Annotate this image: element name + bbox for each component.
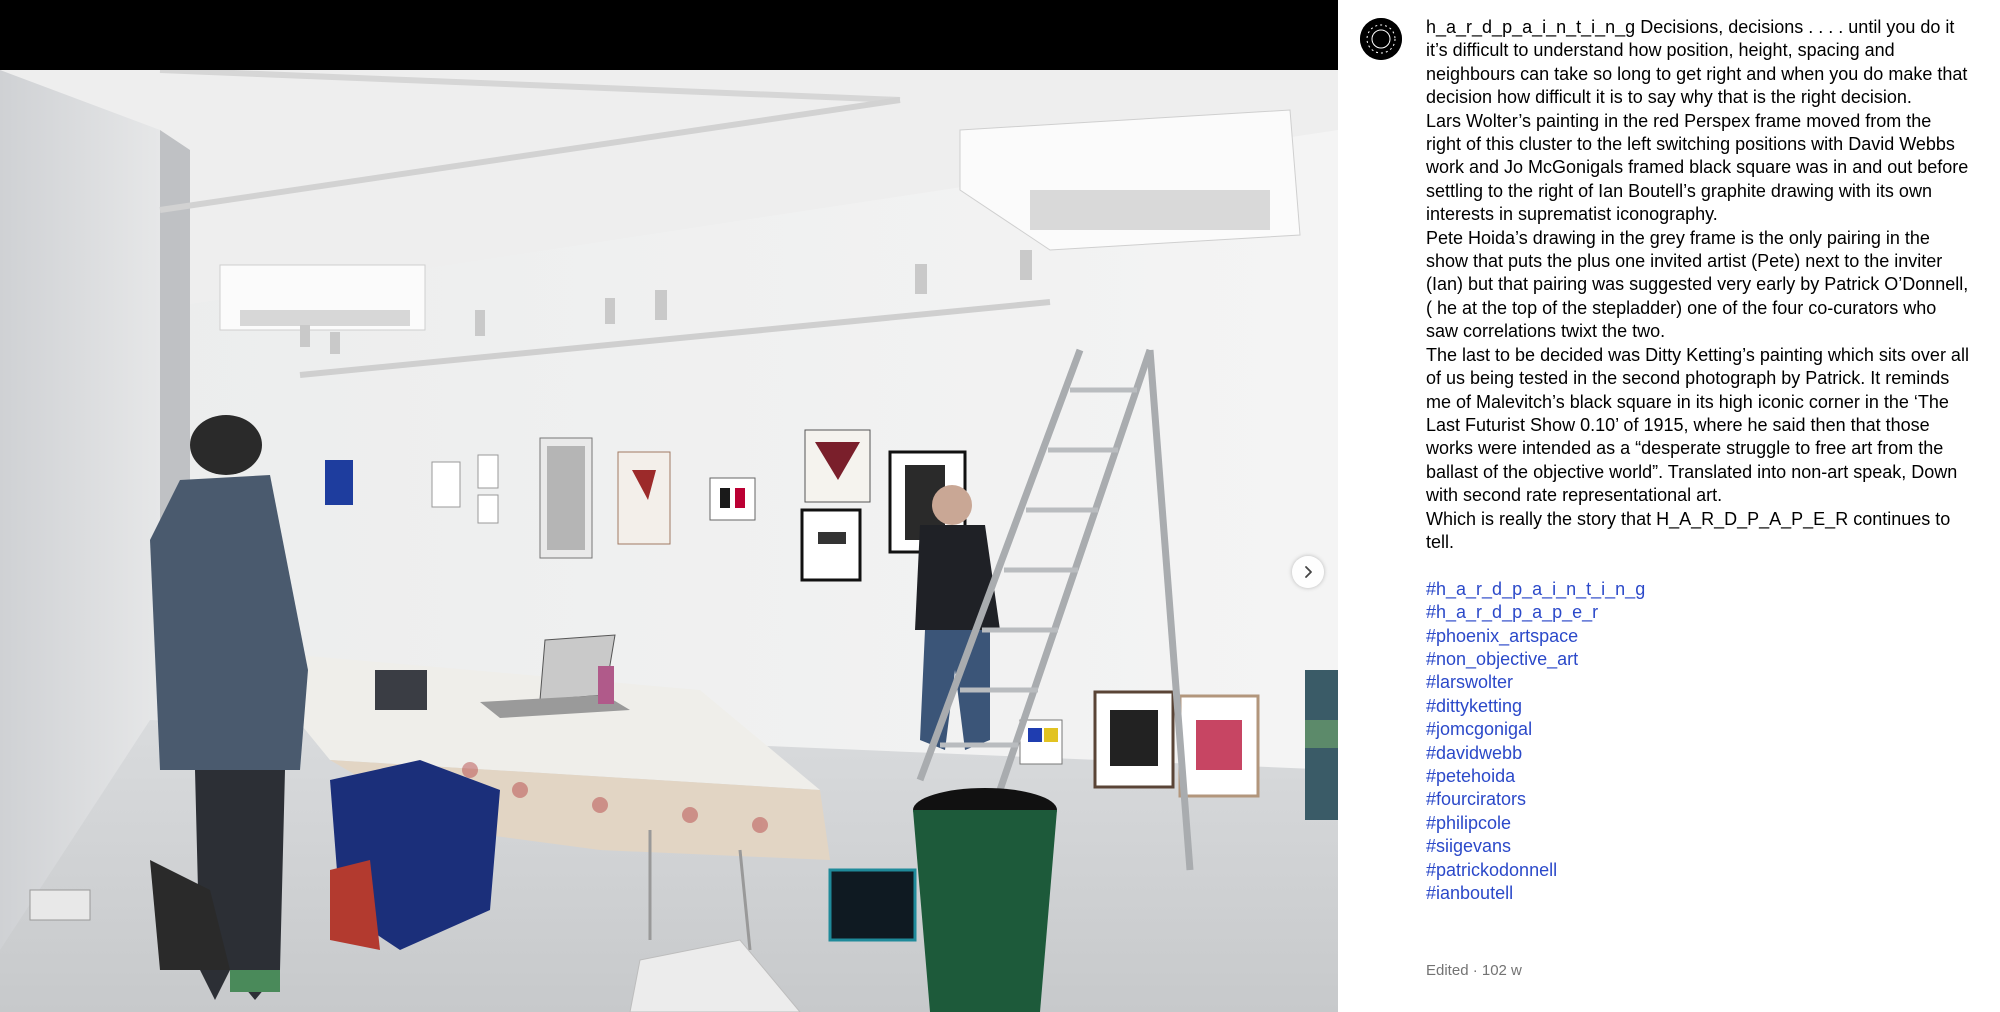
- hashtag-link[interactable]: #larswolter: [1426, 671, 1971, 694]
- post-sidebar: h_a_r_d_p_a_i_n_t_i_n_g Decisions, decis…: [1338, 0, 2000, 1012]
- author-username[interactable]: h_a_r_d_p_a_i_n_t_i_n_g: [1426, 17, 1635, 37]
- hashtag-link[interactable]: #h_a_r_d_p_a_i_n_t_i_n_g: [1426, 578, 1971, 601]
- hashtag-link[interactable]: #petehoida: [1426, 765, 1971, 788]
- caption-paragraph: Lars Wolter’s painting in the red Perspe…: [1426, 110, 1969, 225]
- hashtag-link[interactable]: #dittyketting: [1426, 695, 1971, 718]
- hashtag-link[interactable]: #philipcole: [1426, 812, 1971, 835]
- caption-first-paragraph: h_a_r_d_p_a_i_n_t_i_n_g Decisions, decis…: [1426, 16, 1971, 110]
- gallery-photo: [0, 70, 1338, 1012]
- caption-paragraph: Which is really the story that H_A_R_D_P…: [1426, 508, 1951, 552]
- profile-avatar-icon: [1360, 18, 1402, 60]
- caption-paragraph: The last to be decided was Ditty Ketting…: [1426, 344, 1969, 506]
- hashtag-link[interactable]: #phoenix_artspace: [1426, 625, 1971, 648]
- post-caption: h_a_r_d_p_a_i_n_t_i_n_g Decisions, decis…: [1426, 16, 1971, 905]
- hashtag-link[interactable]: #patrickodonnell: [1426, 859, 1971, 882]
- hashtag-link[interactable]: #siigevans: [1426, 835, 1971, 858]
- chevron-right-icon: [1305, 566, 1312, 578]
- hashtag-link[interactable]: #davidwebb: [1426, 742, 1971, 765]
- next-media-button[interactable]: [1292, 556, 1324, 588]
- hashtag-link[interactable]: #fourcirators: [1426, 788, 1971, 811]
- post-viewer: h_a_r_d_p_a_i_n_t_i_n_g Decisions, decis…: [0, 0, 2000, 1012]
- hashtag-list: #h_a_r_d_p_a_i_n_t_i_n_g #h_a_r_d_p_a_p_…: [1426, 578, 1971, 906]
- hashtag-link[interactable]: #h_a_r_d_p_a_p_e_r: [1426, 601, 1971, 624]
- gallery-photo-illustration: [0, 70, 1338, 1012]
- hashtag-link[interactable]: #ianboutell: [1426, 882, 1971, 905]
- caption-paragraph: Pete Hoida’s drawing in the grey frame i…: [1426, 227, 1969, 342]
- post-media: [0, 0, 1338, 1012]
- post-meta-timestamp[interactable]: Edited · 102 w: [1426, 962, 1522, 979]
- author-avatar[interactable]: [1360, 18, 1402, 60]
- hashtag-link[interactable]: #jomcgonigal: [1426, 718, 1971, 741]
- hashtag-link[interactable]: #non_objective_art: [1426, 648, 1971, 671]
